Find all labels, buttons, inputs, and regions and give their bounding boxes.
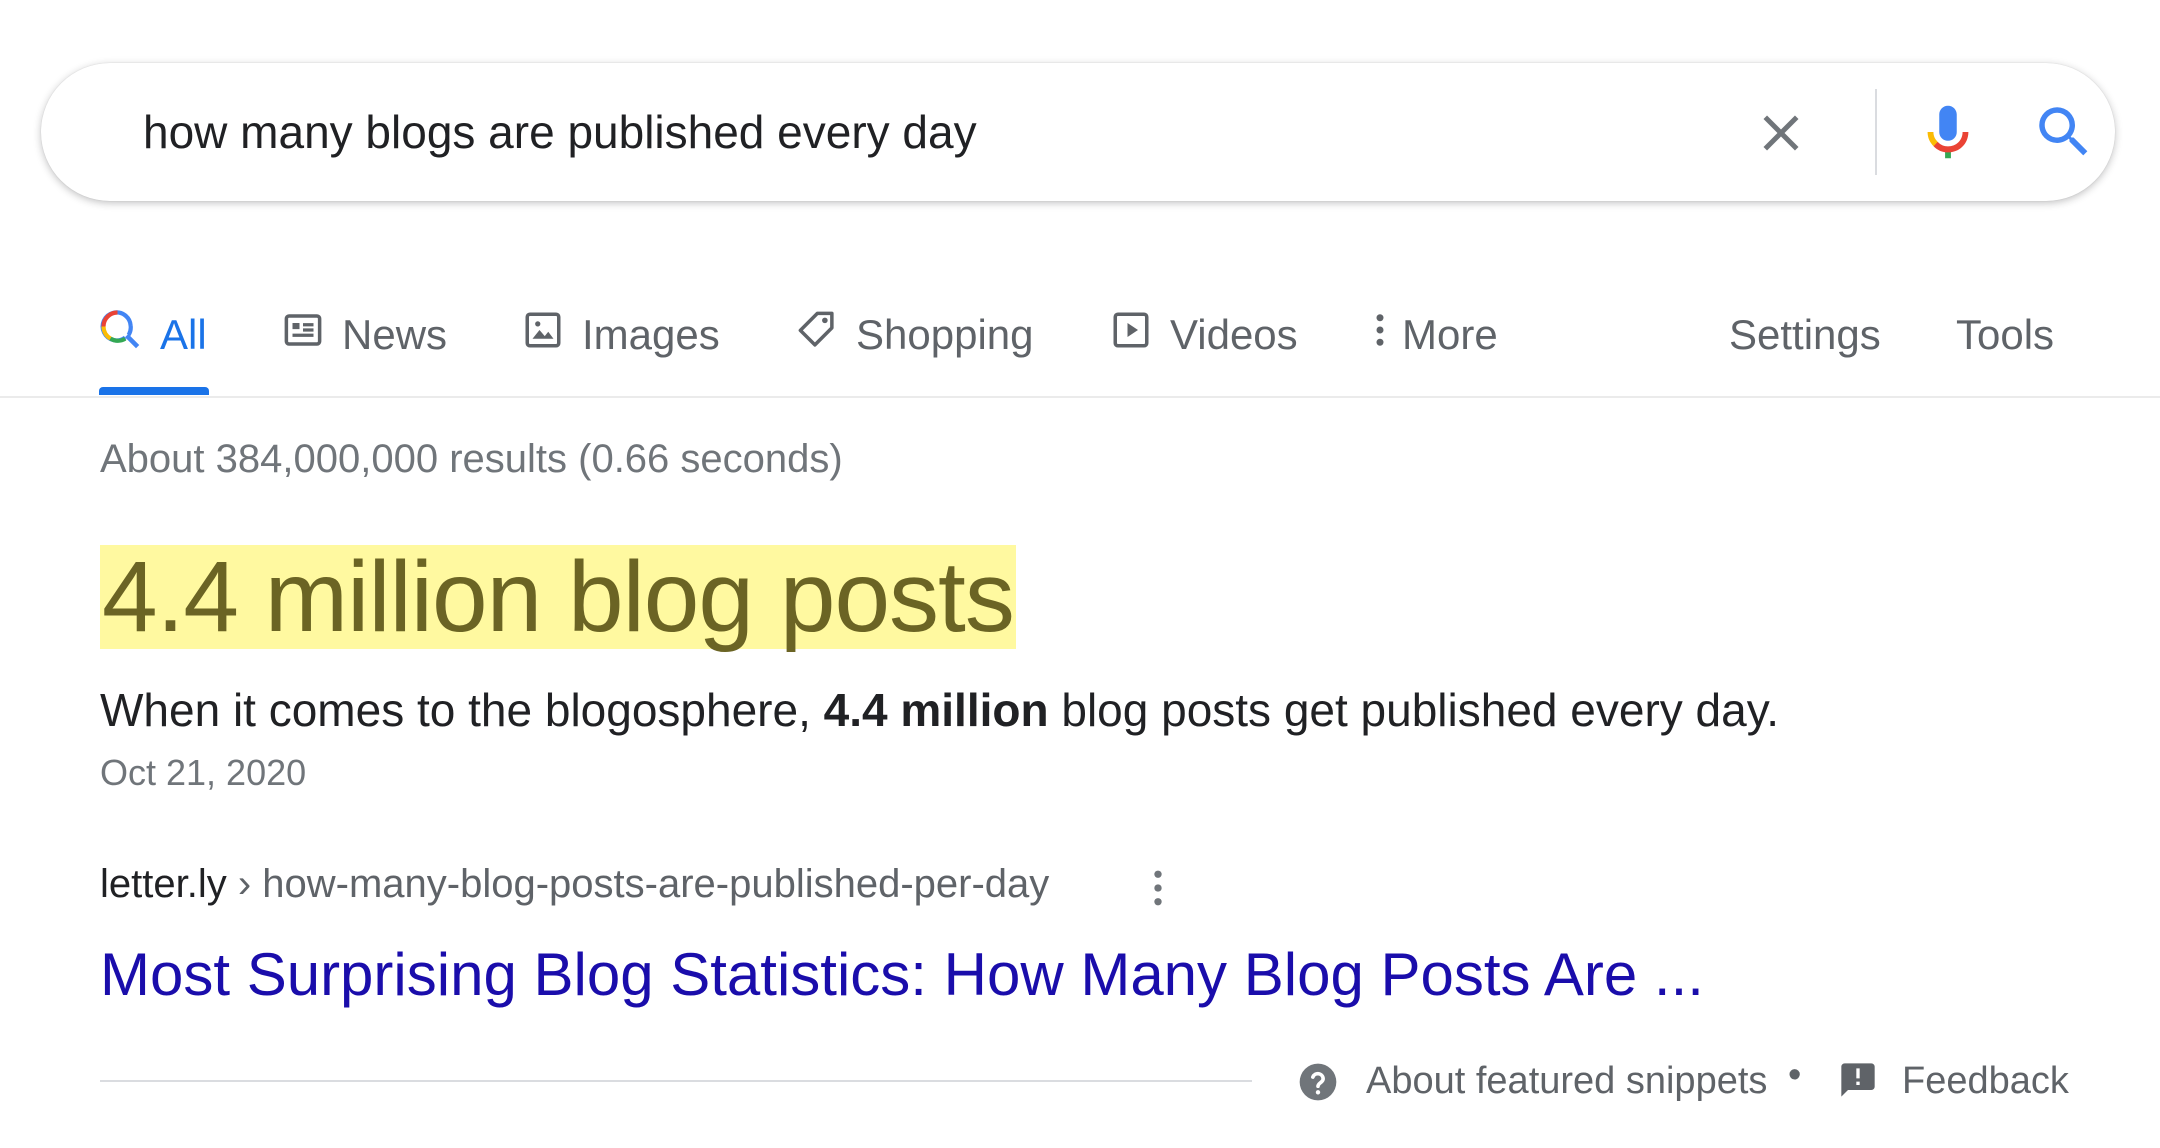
help-icon[interactable] — [1296, 1060, 1340, 1104]
tab-news[interactable]: News — [282, 300, 447, 370]
feedback-link[interactable]: Feedback — [1902, 1060, 2069, 1103]
tab-label: More — [1402, 311, 1498, 358]
tab-settings[interactable]: Settings — [1729, 300, 1881, 370]
tab-shopping[interactable]: Shopping — [796, 300, 1034, 370]
result-cite: letter.ly › how-many-blog-posts-are-publ… — [100, 862, 1049, 907]
snippet-text: When it comes to the blogosphere, 4.4 mi… — [100, 683, 1779, 737]
search-icon — [100, 309, 142, 361]
search-input[interactable] — [143, 103, 1643, 161]
tab-label: Videos — [1170, 311, 1298, 358]
video-icon — [1110, 309, 1152, 361]
about-featured-snippets-link[interactable]: About featured snippets — [1366, 1060, 1767, 1103]
tab-label: Shopping — [856, 311, 1034, 358]
feedback-icon[interactable] — [1838, 1060, 1878, 1100]
footer-divider — [100, 1080, 1252, 1082]
cite-path: › how-many-blog-posts-are-published-per-… — [226, 862, 1050, 906]
result-stats: About 384,000,000 results (0.66 seconds) — [100, 437, 843, 481]
tab-label: Images — [582, 311, 720, 358]
tab-videos[interactable]: Videos — [1110, 300, 1298, 370]
image-icon — [522, 309, 564, 361]
cite-site: letter.ly — [100, 862, 227, 906]
snippet-date: Oct 21, 2020 — [100, 752, 307, 793]
tab-label: News — [342, 311, 448, 358]
search-tabs: All News Images Shopping Videos More Set… — [0, 290, 2160, 398]
tab-all[interactable]: All — [100, 300, 207, 370]
more-vert-icon — [1368, 309, 1392, 361]
tab-label: Tools — [1956, 311, 2055, 358]
news-icon — [282, 309, 324, 361]
snippet-text-bold: 4.4 million — [823, 684, 1049, 736]
tag-icon — [796, 309, 838, 361]
tab-label: Settings — [1729, 311, 1881, 358]
tab-label: All — [160, 311, 207, 358]
microphone-icon[interactable] — [1913, 97, 1983, 167]
tab-tools[interactable]: Tools — [1956, 300, 2054, 370]
snippet-text-after: blog posts get published every day. — [1048, 684, 1780, 736]
search-icon[interactable] — [2031, 99, 2097, 165]
tabs-divider — [0, 396, 2160, 398]
more-vert-icon[interactable] — [1146, 866, 1170, 910]
search-bar — [41, 63, 2115, 201]
tab-images[interactable]: Images — [522, 300, 720, 370]
search-divider — [1875, 89, 1877, 175]
active-tab-indicator — [99, 387, 209, 395]
result-title-link[interactable]: Most Surprising Blog Statistics: How Man… — [100, 940, 1704, 1009]
snippet-text-before: When it comes to the blogosphere, — [100, 684, 824, 736]
featured-answer: 4.4 million blog posts — [100, 541, 1016, 653]
tab-more[interactable]: More — [1368, 300, 1498, 370]
close-icon[interactable] — [1751, 103, 1811, 163]
footer-separator: • — [1788, 1054, 1802, 1096]
